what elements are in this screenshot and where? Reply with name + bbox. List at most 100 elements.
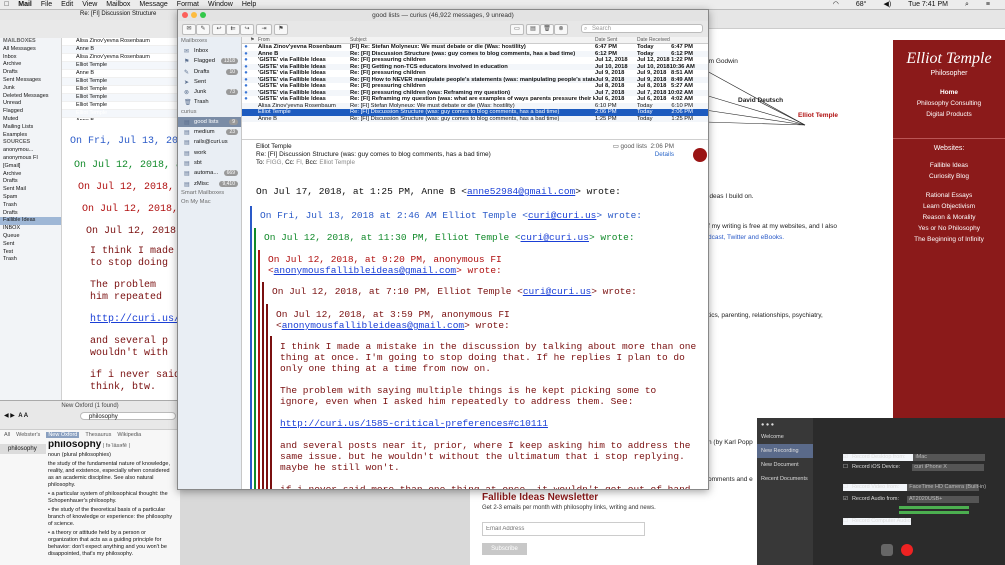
bg-sidebar-item[interactable]: Unread bbox=[0, 100, 61, 108]
move-button[interactable]: ⇥ bbox=[256, 24, 272, 35]
bg-sidebar-item[interactable]: Drafts bbox=[0, 69, 61, 77]
rec-desktop-select[interactable]: iMac bbox=[913, 453, 986, 461]
forward-button[interactable]: ↪ bbox=[240, 24, 254, 35]
sidebar-section-header[interactable]: Smart Mailboxes bbox=[178, 189, 241, 198]
menu-message[interactable]: Message bbox=[139, 0, 167, 9]
bg-sidebar-item[interactable]: Drafts bbox=[0, 210, 61, 218]
reply-button[interactable]: ↩ bbox=[212, 24, 226, 35]
recorder-welcome[interactable]: Welcome bbox=[757, 430, 813, 444]
bg-sidebar-item[interactable]: Fallible Ideas bbox=[0, 217, 61, 226]
details-link[interactable]: Details bbox=[655, 151, 674, 158]
bg-sidebar-item[interactable]: Drafts bbox=[0, 178, 61, 186]
tab-thesaurus[interactable]: Thesaurus bbox=[85, 432, 111, 438]
bg-sidebar-item[interactable]: All Messages bbox=[0, 46, 61, 54]
notification-center-icon[interactable]: ≡ bbox=[986, 0, 990, 9]
bg-sidebar-item[interactable]: Junk bbox=[0, 85, 61, 93]
recorder-recent[interactable]: Recent Documents bbox=[757, 472, 813, 486]
sidebar-section-header[interactable]: curius bbox=[178, 108, 241, 117]
bg-sidebar-item[interactable]: [Gmail] bbox=[0, 163, 61, 171]
delete-button[interactable]: 🗑 bbox=[540, 24, 554, 35]
junk-button[interactable]: ⊗ bbox=[554, 24, 568, 35]
bg-sidebar-item[interactable]: Trash bbox=[0, 256, 61, 264]
tab-wikipedia[interactable]: Wikipedia bbox=[117, 432, 141, 438]
back-forward-buttons[interactable]: ◀ ▶ A A bbox=[4, 412, 28, 419]
sidebar-item[interactable]: ▤ zMisc 9,410 bbox=[178, 179, 241, 189]
newsletter-email-input[interactable] bbox=[482, 522, 645, 536]
sidebar-item[interactable]: ▤ work bbox=[178, 148, 241, 158]
site-title[interactable]: Elliot Temple bbox=[893, 50, 1005, 68]
bg-sidebar-item[interactable]: Sent bbox=[0, 241, 61, 249]
rec-audio-select[interactable]: AT2020USB+ bbox=[907, 495, 980, 503]
menu-mailbox[interactable]: Mailbox bbox=[106, 0, 130, 9]
menu-help[interactable]: Help bbox=[242, 0, 256, 9]
pause-button[interactable] bbox=[881, 544, 893, 556]
search-field[interactable]: ⌕ Search bbox=[581, 24, 703, 33]
menu-window[interactable]: Window bbox=[208, 0, 233, 9]
bg-sidebar-item[interactable]: Sent Mail bbox=[0, 186, 61, 194]
sidebar-item[interactable]: ✎ Drafts 10 bbox=[178, 67, 241, 77]
bg-list-item[interactable]: Elliot Temple bbox=[62, 78, 179, 86]
bg-sidebar-item[interactable]: anonymou... bbox=[0, 147, 61, 155]
bg-sidebar-item[interactable]: Muted bbox=[0, 116, 61, 124]
tab-new-oxford[interactable]: New Oxford bbox=[46, 432, 80, 438]
bg-sidebar-item[interactable]: Deleted Messages bbox=[0, 93, 61, 101]
bg-sidebar-item[interactable]: Queue bbox=[0, 233, 61, 241]
flag-button[interactable]: ⚑ bbox=[274, 24, 288, 35]
sidebar-item[interactable]: ➤ Sent bbox=[178, 77, 241, 87]
nav-home[interactable]: Home bbox=[893, 87, 1005, 98]
bg-list-item[interactable]: Anne B bbox=[62, 46, 179, 54]
clock[interactable]: Tue 7:41 PM bbox=[908, 0, 948, 9]
bg-sidebar-item[interactable]: Examples bbox=[0, 132, 61, 140]
menu-edit[interactable]: Edit bbox=[61, 0, 73, 9]
record-button[interactable] bbox=[901, 544, 913, 556]
sidebar-item[interactable]: ▤ good lists 9 bbox=[178, 116, 241, 128]
tab-all[interactable]: All bbox=[4, 432, 10, 438]
site-curiosity[interactable]: Curiosity Blog bbox=[893, 171, 1005, 182]
mailbox-view-button[interactable]: ▭ bbox=[510, 24, 524, 35]
bg-sidebar-item[interactable]: Flagged bbox=[0, 108, 61, 116]
sidebar-item[interactable]: ▤ sbt bbox=[178, 158, 241, 168]
bg-list-item[interactable]: Anne B bbox=[62, 118, 179, 120]
reply-all-button[interactable]: ⇇ bbox=[226, 24, 240, 35]
site-learn-objectivism[interactable]: Learn Objectivism bbox=[893, 201, 1005, 212]
flag-column-icon[interactable]: ⚑ bbox=[250, 37, 258, 43]
menu-file[interactable]: File bbox=[41, 0, 52, 9]
sidebar-item[interactable]: ⚑ Flagged 1318 bbox=[178, 56, 241, 66]
spotlight-icon[interactable]: ⌕ bbox=[965, 0, 969, 9]
sidebar-item[interactable]: ▤ automa... 669 bbox=[178, 168, 241, 178]
email-link[interactable]: anonymousfallibleideas@gmail.com bbox=[282, 320, 464, 331]
rec-audio-row[interactable]: ☑ Record Audio from: AT2020USB+ bbox=[843, 495, 980, 503]
apple-icon[interactable]:  bbox=[4, 0, 9, 9]
email-link[interactable]: curi@curi.us bbox=[521, 232, 589, 243]
menu-app[interactable]: Mail bbox=[18, 0, 32, 9]
bg-sidebar-item[interactable]: Inbox bbox=[0, 54, 61, 62]
bg-list-item[interactable]: Elliot Temple bbox=[62, 94, 179, 102]
bg-list-item[interactable]: Elliot Temple bbox=[62, 110, 179, 118]
menu-view[interactable]: View bbox=[82, 0, 97, 9]
menu-format[interactable]: Format bbox=[177, 0, 199, 9]
bg-sidebar-item[interactable]: Archive bbox=[0, 171, 61, 179]
get-mail-button[interactable]: ✉ bbox=[182, 24, 196, 35]
bg-list-item[interactable]: Alisa Zinov'yevna Rosenbaum bbox=[62, 38, 179, 46]
sidebar-item[interactable]: 🗑 Trash bbox=[178, 97, 241, 107]
col-from[interactable]: From bbox=[258, 37, 350, 43]
col-date-received[interactable]: Date Received bbox=[637, 37, 697, 43]
nav-consulting[interactable]: Philosophy Consulting bbox=[893, 98, 1005, 109]
rec-video-row[interactable]: ☐ Record Video from: FaceTime HD Camera (… bbox=[843, 483, 986, 491]
bg-list-item[interactable]: Elliot Temple bbox=[62, 62, 179, 70]
bg-sidebar-item[interactable]: anonymous FI bbox=[0, 155, 61, 163]
zoom-button[interactable] bbox=[200, 12, 206, 18]
compose-button[interactable]: ✎ bbox=[196, 24, 210, 35]
message-row[interactable]: Anne B Re: [FI] Discussion Structure (was… bbox=[242, 115, 708, 122]
rec-computer-audio-row[interactable]: ☐ Record Computer Audio bbox=[843, 518, 911, 525]
email-link[interactable]: curi@curi.us bbox=[523, 286, 591, 297]
dictionary-sidebar-word[interactable]: philosophy bbox=[0, 444, 46, 454]
wifi-icon[interactable]: ◠ bbox=[833, 0, 839, 9]
sidebar-item[interactable]: ▤ medium 23 bbox=[178, 127, 241, 137]
col-subject[interactable]: Subject bbox=[350, 37, 595, 43]
bg-sidebar-item[interactable]: Archive bbox=[0, 61, 61, 69]
site-reason-morality[interactable]: Reason & Morality bbox=[893, 212, 1005, 223]
sidebar-section-header[interactable]: On My Mac bbox=[178, 198, 241, 207]
bg-sidebar-item[interactable]: Spam bbox=[0, 194, 61, 202]
bcc-value[interactable]: Elliot Temple bbox=[319, 159, 355, 166]
